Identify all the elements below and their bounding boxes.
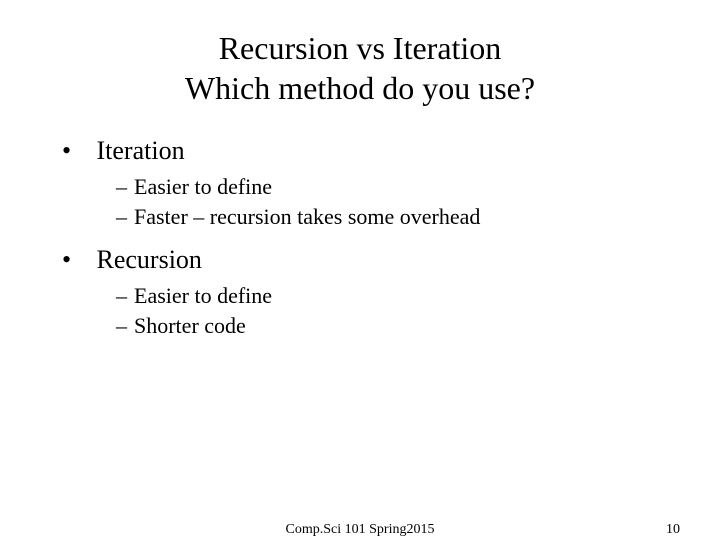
list-item-label: Iteration (97, 136, 185, 165)
sub-list-item-label: Easier to define (134, 283, 272, 308)
bullet-list: Iteration Easier to define Faster – recu… (60, 136, 660, 341)
sub-list-item: Shorter code (116, 311, 660, 341)
sub-list-item-label: Easier to define (134, 174, 272, 199)
sub-list-item-label: Shorter code (134, 313, 246, 338)
sub-list-item-label: Faster – recursion takes some overhead (134, 204, 480, 229)
list-item: Iteration Easier to define Faster – recu… (60, 136, 660, 231)
sub-list-item: Faster – recursion takes some overhead (116, 202, 660, 232)
sub-list: Easier to define Shorter code (60, 281, 660, 340)
slide: Recursion vs Iteration Which method do y… (0, 0, 720, 540)
slide-content: Iteration Easier to define Faster – recu… (60, 136, 660, 341)
list-item: Recursion Easier to define Shorter code (60, 245, 660, 340)
sub-list-item: Easier to define (116, 172, 660, 202)
title-line-2: Which method do you use? (185, 70, 535, 106)
sub-list-item: Easier to define (116, 281, 660, 311)
footer-course: Comp.Sci 101 Spring2015 (286, 522, 435, 538)
slide-title: Recursion vs Iteration Which method do y… (60, 28, 660, 108)
footer-page-number: 10 (666, 522, 680, 538)
list-item-label: Recursion (97, 245, 202, 274)
title-line-1: Recursion vs Iteration (219, 30, 502, 66)
sub-list: Easier to define Faster – recursion take… (60, 172, 660, 231)
